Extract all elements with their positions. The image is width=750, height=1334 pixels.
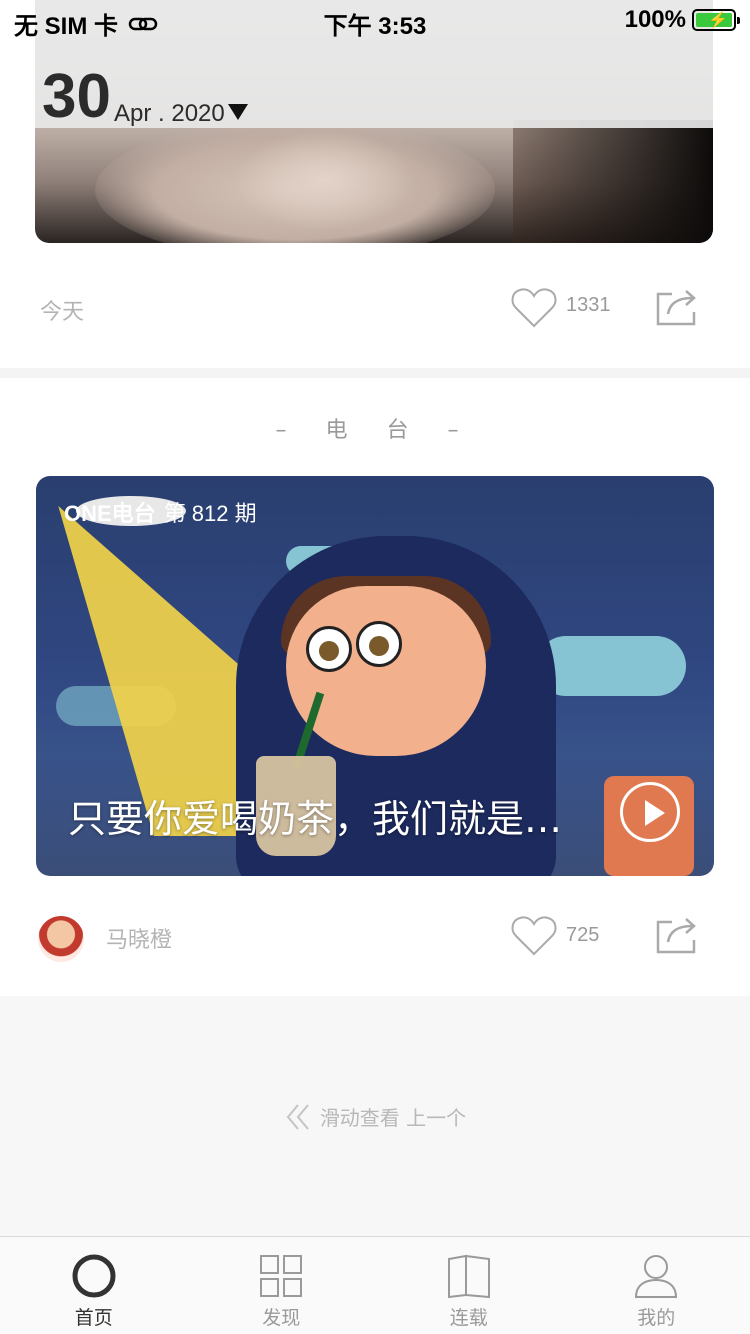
like-count: 725 bbox=[566, 924, 600, 946]
double-chevron-left-icon bbox=[286, 1103, 309, 1130]
heart-icon[interactable] bbox=[510, 914, 558, 958]
person-icon bbox=[635, 1255, 678, 1298]
grid-icon bbox=[260, 1255, 303, 1297]
date-month-year[interactable]: Apr . 2020 bbox=[114, 100, 225, 128]
play-button[interactable] bbox=[620, 782, 680, 842]
avatar[interactable] bbox=[38, 916, 84, 962]
tab-serial[interactable]: 连载 bbox=[375, 1237, 563, 1334]
radio-card-footer: 马晓橙 725 bbox=[0, 904, 750, 964]
radio-issue: 第 812 期 bbox=[163, 501, 257, 526]
radio-card[interactable]: ONE电台 第 812 期 只要你爱喝奶茶，我们就是… bbox=[36, 476, 714, 876]
share-icon[interactable] bbox=[654, 286, 700, 328]
status-bar: 无 SIM 卡 下午 3:53 100% ⚡ bbox=[0, 0, 750, 40]
tab-label: 我的 bbox=[637, 1307, 676, 1329]
tab-label: 发现 bbox=[262, 1307, 301, 1329]
section-divider bbox=[0, 368, 750, 378]
like-count: 1331 bbox=[566, 294, 611, 316]
radio-brand: ONE电台 第 812 期 bbox=[64, 496, 257, 528]
book-icon bbox=[447, 1254, 490, 1299]
radio-logo: ONE电台 bbox=[64, 501, 156, 526]
swipe-hint-text: 滑动查看 上一个 bbox=[319, 1106, 467, 1130]
tab-discover[interactable]: 发现 bbox=[188, 1237, 376, 1334]
tab-label: 连载 bbox=[449, 1307, 488, 1329]
status-bar-right: 100% ⚡ bbox=[624, 6, 740, 34]
section-title-radio: – 电 台 – bbox=[275, 418, 475, 443]
date-label: 今天 bbox=[40, 300, 85, 325]
radio-episode-title: 只要你爱喝奶茶，我们就是… bbox=[68, 797, 563, 841]
tab-bar: 首页 发现 连载 我的 bbox=[0, 1236, 750, 1334]
author-name[interactable]: 马晓橙 bbox=[106, 922, 172, 954]
battery-percent: 100% bbox=[624, 6, 686, 33]
photo-card-footer: 今天 1331 bbox=[0, 278, 750, 338]
share-icon[interactable] bbox=[654, 914, 700, 956]
tab-home[interactable]: 首页 bbox=[0, 1237, 188, 1334]
chevron-down-icon[interactable] bbox=[228, 104, 248, 120]
heart-icon[interactable] bbox=[510, 286, 558, 330]
tab-mine[interactable]: 我的 bbox=[563, 1237, 750, 1334]
swipe-hint: 滑动查看 上一个 bbox=[0, 1102, 750, 1131]
tab-label: 首页 bbox=[74, 1307, 113, 1329]
battery-icon: ⚡ bbox=[692, 9, 740, 31]
date-day: 30 bbox=[42, 62, 111, 131]
home-circle-icon bbox=[72, 1254, 116, 1298]
